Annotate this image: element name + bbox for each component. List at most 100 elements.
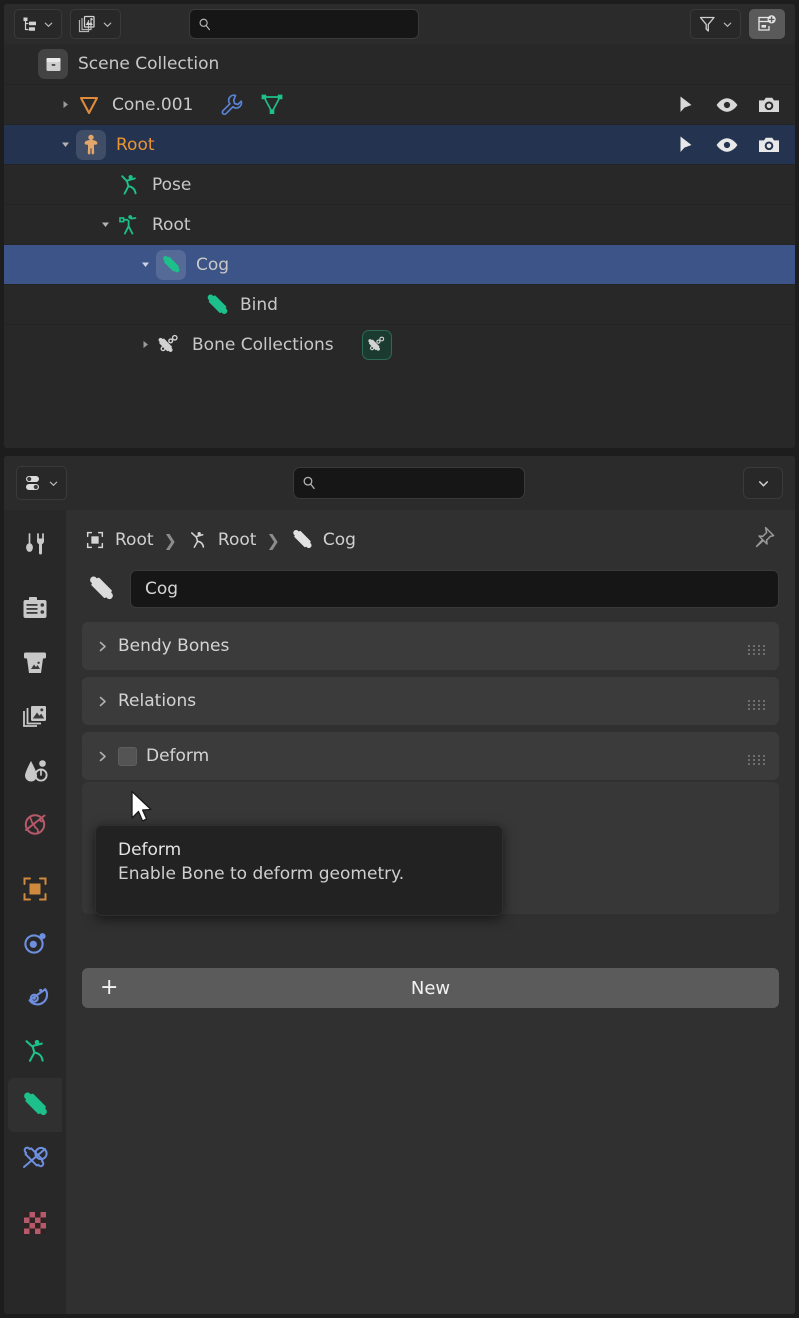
breadcrumb-item-object[interactable]: Root bbox=[84, 529, 154, 551]
outliner-search-input[interactable] bbox=[217, 16, 410, 32]
outliner-row-label: Cone.001 bbox=[112, 94, 194, 115]
mesh-data-icon[interactable] bbox=[259, 92, 285, 118]
row-data-icons bbox=[219, 92, 285, 118]
pin-icon[interactable] bbox=[751, 525, 777, 556]
bone-icon bbox=[24, 1092, 47, 1116]
select-cursor-icon[interactable] bbox=[675, 134, 697, 156]
pose-icon bbox=[116, 172, 142, 198]
panel-deform[interactable]: Deform bbox=[82, 732, 779, 780]
outliner-row-pose[interactable]: Pose bbox=[4, 164, 795, 204]
tab-world[interactable] bbox=[8, 798, 62, 852]
chevron-down-icon bbox=[758, 480, 768, 487]
disclosure-triangle-expanded[interactable] bbox=[94, 219, 116, 230]
outliner-row-scene-collection[interactable]: Scene Collection bbox=[4, 44, 795, 84]
bone-icon bbox=[204, 292, 230, 318]
tab-scene[interactable] bbox=[8, 744, 62, 798]
deform-checkbox[interactable] bbox=[118, 746, 137, 766]
outliner-editor: Scene Collection Cone.001 Root Pose Root… bbox=[0, 0, 799, 452]
properties-tab-rail bbox=[4, 510, 66, 1314]
tab-bone[interactable] bbox=[8, 1078, 62, 1132]
row-restrict-toggles bbox=[675, 125, 781, 164]
outliner-row-label: Scene Collection bbox=[78, 54, 220, 74]
properties-search-input[interactable] bbox=[322, 475, 516, 491]
outliner-search-field[interactable] bbox=[189, 9, 419, 39]
outliner-row-root-object[interactable]: Root bbox=[4, 124, 795, 164]
plus-icon: + bbox=[100, 975, 119, 1000]
chevron-down-icon bbox=[49, 481, 58, 486]
tooltip-title: Deform bbox=[118, 840, 182, 860]
tab-view-layer[interactable] bbox=[8, 690, 62, 744]
breadcrumb-label: Cog bbox=[322, 530, 356, 550]
chevron-down-icon bbox=[44, 22, 53, 27]
panel-title: Deform bbox=[146, 746, 210, 766]
tab-modifiers[interactable] bbox=[8, 916, 62, 970]
tab-bone-constraints[interactable] bbox=[8, 1132, 62, 1186]
chevron-down-icon bbox=[723, 22, 732, 27]
panel-arrow-collapsed[interactable] bbox=[96, 640, 118, 653]
mouse-cursor bbox=[130, 790, 156, 830]
hide-eye-icon[interactable] bbox=[715, 94, 739, 116]
tab-object[interactable] bbox=[8, 862, 62, 916]
new-button[interactable]: + New bbox=[82, 968, 779, 1008]
bone-name-field[interactable]: Cog bbox=[130, 570, 779, 608]
outliner-row-cone[interactable]: Cone.001 bbox=[4, 84, 795, 124]
new-button-zone: + New bbox=[66, 950, 795, 1008]
outliner-row-root-data[interactable]: Root bbox=[4, 204, 795, 244]
properties-search-field[interactable] bbox=[293, 467, 525, 499]
outliner-header bbox=[4, 4, 795, 44]
tab-render[interactable] bbox=[8, 582, 62, 636]
panel-drag-handle[interactable] bbox=[748, 645, 766, 647]
new-collection-button[interactable] bbox=[749, 9, 785, 39]
panel-relations[interactable]: Relations bbox=[82, 677, 779, 725]
outliner-row-bone-bind[interactable]: Bind bbox=[4, 284, 795, 324]
outliner-filter-id-dropdown[interactable] bbox=[70, 9, 121, 39]
bone-collection-badge-icon[interactable] bbox=[361, 329, 392, 360]
outliner-row-bone-cog[interactable]: Cog bbox=[4, 244, 795, 284]
scene-collection-icon bbox=[38, 49, 68, 79]
tool-icon bbox=[26, 533, 45, 555]
tab-tool[interactable] bbox=[8, 518, 62, 572]
disclosure-triangle-expanded[interactable] bbox=[134, 259, 156, 270]
physics-teardrop-icon bbox=[28, 988, 49, 1006]
outliner-filter-dropdown[interactable] bbox=[690, 9, 741, 39]
disclosure-triangle-collapsed[interactable] bbox=[134, 339, 156, 350]
panel-drag-handle[interactable] bbox=[748, 755, 766, 757]
panel-bendy-bones[interactable]: Bendy Bones bbox=[82, 622, 779, 670]
tab-object-data[interactable] bbox=[8, 1024, 62, 1078]
outliner-row-bone-collections[interactable]: Bone Collections bbox=[4, 324, 795, 364]
physics-orbit-icon bbox=[24, 933, 46, 954]
render-camera-icon[interactable] bbox=[757, 94, 781, 116]
outliner-row-label: Root bbox=[152, 214, 191, 235]
tooltip: Deform Enable Bone to deform geometry. bbox=[95, 825, 503, 916]
outliner-row-label: Cog bbox=[196, 254, 230, 275]
breadcrumb-item-bone[interactable]: Cog bbox=[290, 528, 356, 552]
bone-icon bbox=[156, 249, 186, 280]
select-cursor-icon[interactable] bbox=[675, 94, 697, 116]
breadcrumb-item-armature[interactable]: Root bbox=[187, 529, 256, 551]
hide-eye-icon[interactable] bbox=[715, 134, 739, 156]
modifier-wrench-icon[interactable] bbox=[219, 92, 245, 118]
outliner-display-mode-dropdown[interactable] bbox=[14, 9, 62, 39]
panel-arrow-collapsed[interactable] bbox=[96, 695, 118, 708]
editor-type-dropdown[interactable] bbox=[16, 466, 67, 500]
tab-texture[interactable] bbox=[8, 1196, 62, 1250]
output-printer-icon bbox=[24, 652, 46, 673]
disclosure-triangle-expanded[interactable] bbox=[54, 139, 76, 150]
panel-arrow-collapsed[interactable] bbox=[96, 750, 118, 763]
bone-icon bbox=[293, 529, 312, 549]
outliner-body: Scene Collection Cone.001 Root Pose Root… bbox=[4, 4, 795, 448]
filter-funnel-icon bbox=[699, 16, 715, 32]
disclosure-triangle-collapsed[interactable] bbox=[54, 99, 76, 110]
outliner-tree: Scene Collection Cone.001 Root Pose Root… bbox=[4, 44, 795, 364]
tab-output[interactable] bbox=[8, 636, 62, 690]
bone-constraint-icon bbox=[23, 1146, 48, 1168]
properties-options-dropdown[interactable] bbox=[743, 467, 783, 499]
tab-particles[interactable] bbox=[8, 970, 62, 1024]
scene-cone-droplet-icon bbox=[25, 760, 48, 782]
render-camera-icon[interactable] bbox=[757, 134, 781, 156]
object-square-icon bbox=[86, 531, 104, 549]
bone-name-value: Cog bbox=[145, 579, 179, 599]
view-layer-images-icon bbox=[23, 706, 46, 727]
search-icon bbox=[199, 18, 211, 30]
panel-drag-handle[interactable] bbox=[748, 700, 766, 702]
